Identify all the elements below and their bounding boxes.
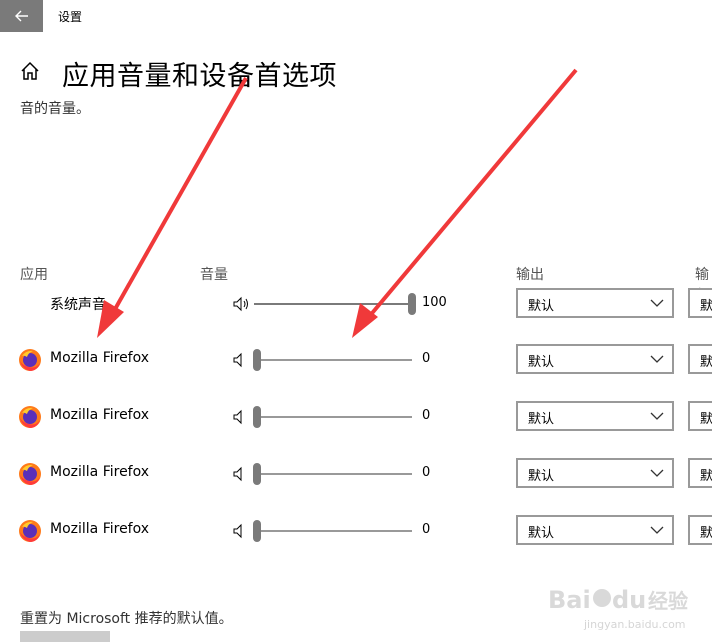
window-title: 设置	[58, 10, 83, 24]
slider-track	[254, 359, 412, 361]
column-header-volume: 音量	[200, 267, 228, 283]
volume-value: 0	[422, 408, 431, 423]
app-name: 系统声音	[50, 297, 106, 313]
chevron-down-icon	[650, 526, 664, 534]
output-device-value: 默认	[528, 526, 555, 541]
firefox-icon	[19, 406, 41, 428]
page-subtitle: 音的音量。	[20, 101, 90, 117]
output-device-value: 默认	[528, 355, 555, 370]
volume-value: 0	[422, 522, 431, 537]
speaker-volume-high-icon	[233, 296, 248, 312]
volume-slider[interactable]	[253, 454, 412, 494]
slider-thumb[interactable]	[408, 293, 416, 315]
input-device-value: 默认	[700, 299, 712, 314]
column-header-output: 输出	[516, 267, 544, 283]
output-device-select[interactable]: 默认	[516, 458, 674, 488]
input-device-value: 默认	[700, 469, 712, 484]
input-device-value: 默认	[700, 412, 712, 427]
app-row: 系统声音 100 默认 默认	[0, 284, 712, 324]
input-device-select[interactable]: 默认	[688, 288, 712, 318]
input-device-select[interactable]: 默认	[688, 515, 712, 545]
svg-text:jingyan.baidu.com: jingyan.baidu.com	[583, 618, 686, 631]
back-button[interactable]	[0, 0, 43, 32]
slider-thumb[interactable]	[253, 349, 262, 371]
page-title: 应用音量和设备首选项	[62, 61, 337, 92]
volume-slider[interactable]	[253, 511, 412, 551]
svg-text:Bai: Bai	[548, 586, 591, 614]
app-name: Mozilla Firefox	[50, 464, 150, 480]
firefox-icon	[19, 463, 41, 485]
chevron-down-icon	[650, 412, 664, 420]
output-device-select[interactable]: 默认	[516, 288, 674, 318]
output-device-select[interactable]: 默认	[516, 401, 674, 431]
input-device-value: 默认	[700, 355, 712, 370]
home-icon[interactable]	[19, 60, 41, 82]
input-device-value: 默认	[700, 526, 712, 541]
output-device-value: 默认	[528, 412, 555, 427]
svg-text:du: du	[612, 586, 646, 614]
volume-value: 100	[422, 295, 447, 310]
firefox-icon	[19, 349, 41, 371]
firefox-icon	[19, 520, 41, 542]
volume-slider[interactable]	[253, 340, 412, 380]
slider-thumb[interactable]	[253, 520, 262, 542]
slider-track	[254, 416, 412, 418]
slider-track	[254, 530, 412, 532]
reset-button[interactable]	[20, 631, 110, 642]
speaker-muted-icon	[233, 409, 242, 425]
output-device-select[interactable]: 默认	[516, 344, 674, 374]
app-name: Mozilla Firefox	[50, 407, 150, 423]
svg-text:经验: 经验	[648, 589, 688, 613]
input-device-select[interactable]: 默认	[688, 344, 712, 374]
output-device-select[interactable]: 默认	[516, 515, 674, 545]
reset-description: 重置为 Microsoft 推荐的默认值。	[20, 611, 233, 627]
app-row: Mozilla Firefox 0 默认 默认	[0, 340, 712, 380]
output-device-value: 默认	[528, 469, 555, 484]
volume-slider[interactable]	[254, 284, 416, 324]
app-row: Mozilla Firefox 0 默认 默认	[0, 397, 712, 437]
baidu-jingyan-watermark: Bai du 经验 jingyan.baidu.com	[548, 586, 688, 631]
column-header-app: 应用	[20, 267, 48, 283]
slider-fill	[254, 303, 412, 305]
title-bar: 设置	[0, 0, 712, 32]
volume-value: 0	[422, 465, 431, 480]
slider-thumb[interactable]	[253, 463, 262, 485]
chevron-down-icon	[650, 355, 664, 363]
volume-value: 0	[422, 351, 431, 366]
volume-slider[interactable]	[253, 397, 412, 437]
chevron-down-icon	[650, 299, 664, 307]
speaker-muted-icon	[233, 523, 242, 539]
app-row: Mozilla Firefox 0 默认 默认	[0, 511, 712, 551]
app-row: Mozilla Firefox 0 默认 默认	[0, 454, 712, 494]
chevron-down-icon	[650, 469, 664, 477]
speaker-muted-icon	[233, 352, 242, 368]
app-name: Mozilla Firefox	[50, 521, 150, 537]
input-device-select[interactable]: 默认	[688, 401, 712, 431]
slider-thumb[interactable]	[253, 406, 262, 428]
back-arrow-icon	[14, 10, 28, 22]
slider-track	[254, 473, 412, 475]
speaker-muted-icon	[233, 466, 242, 482]
input-device-select[interactable]: 默认	[688, 458, 712, 488]
output-device-value: 默认	[528, 299, 555, 314]
app-name: Mozilla Firefox	[50, 350, 150, 366]
